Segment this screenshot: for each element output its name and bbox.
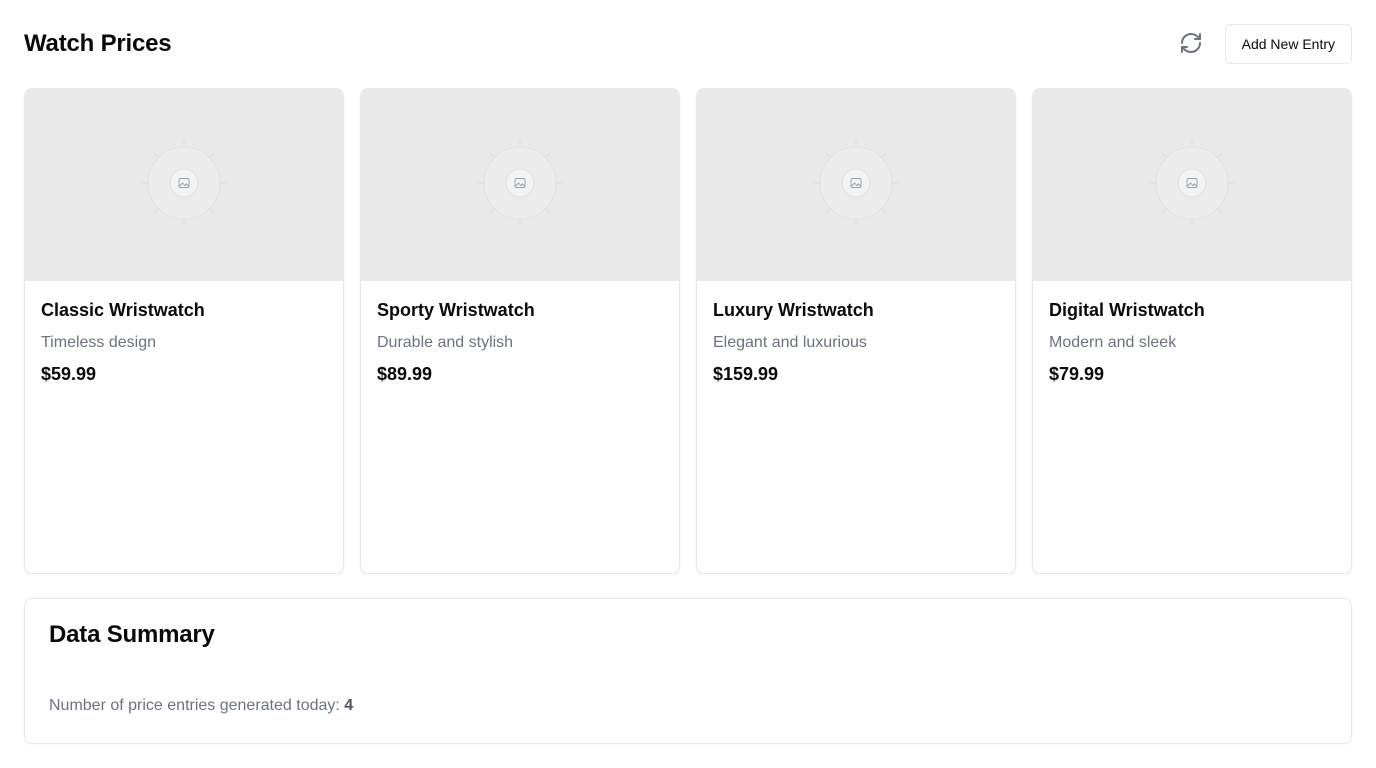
product-description: Timeless design [41,334,157,351]
product-image-placeholder [361,89,679,281]
product-name: Sporty Wristwatch [377,300,535,320]
product-name: Luxury Wristwatch [713,300,874,320]
product-image-placeholder [25,89,343,281]
image-placeholder-icon [470,133,570,238]
summary-count: 4 [344,697,354,714]
product-description: Durable and stylish [377,334,514,351]
product-image-placeholder [697,89,1015,281]
summary-label: Number of price entries generated today: [49,697,345,714]
data-summary-panel: Data Summary Number of price entries gen… [24,598,1352,744]
image-placeholder-icon [806,133,906,238]
product-price: $159.99 [713,364,779,384]
product-card-body: Luxury Wristwatch Elegant and luxurious … [697,281,1015,385]
summary-title: Data Summary [49,621,215,648]
product-card[interactable]: Digital Wristwatch Modern and sleek $79.… [1032,88,1352,574]
product-card-body: Digital Wristwatch Modern and sleek $79.… [1033,281,1351,385]
summary-text: Number of price entries generated today:… [49,697,353,715]
product-price: $79.99 [1049,364,1105,384]
product-card-body: Sporty Wristwatch Durable and stylish $8… [361,281,679,385]
product-price: $89.99 [377,364,433,384]
refresh-button[interactable] [1173,26,1209,62]
product-image-placeholder [1033,89,1351,281]
product-card-body: Classic Wristwatch Timeless design $59.9… [25,281,343,385]
image-placeholder-icon [134,133,234,238]
add-new-entry-button[interactable]: Add New Entry [1224,24,1352,64]
page-title: Watch Prices [24,30,172,57]
product-name: Digital Wristwatch [1049,300,1205,320]
product-card[interactable]: Classic Wristwatch Timeless design $59.9… [24,88,344,574]
product-card[interactable]: Luxury Wristwatch Elegant and luxurious … [696,88,1016,574]
header-actions: Add New Entry [1173,24,1352,64]
product-price: $59.99 [41,364,97,384]
product-grid: Classic Wristwatch Timeless design $59.9… [24,88,1352,574]
product-description: Elegant and luxurious [713,334,867,351]
product-name: Classic Wristwatch [41,300,205,320]
image-placeholder-icon [1142,133,1242,238]
product-card[interactable]: Sporty Wristwatch Durable and stylish $8… [360,88,680,574]
refresh-icon [1179,31,1203,58]
product-description: Modern and sleek [1049,334,1177,351]
page-header: Watch Prices Add New Entry [24,24,1352,64]
